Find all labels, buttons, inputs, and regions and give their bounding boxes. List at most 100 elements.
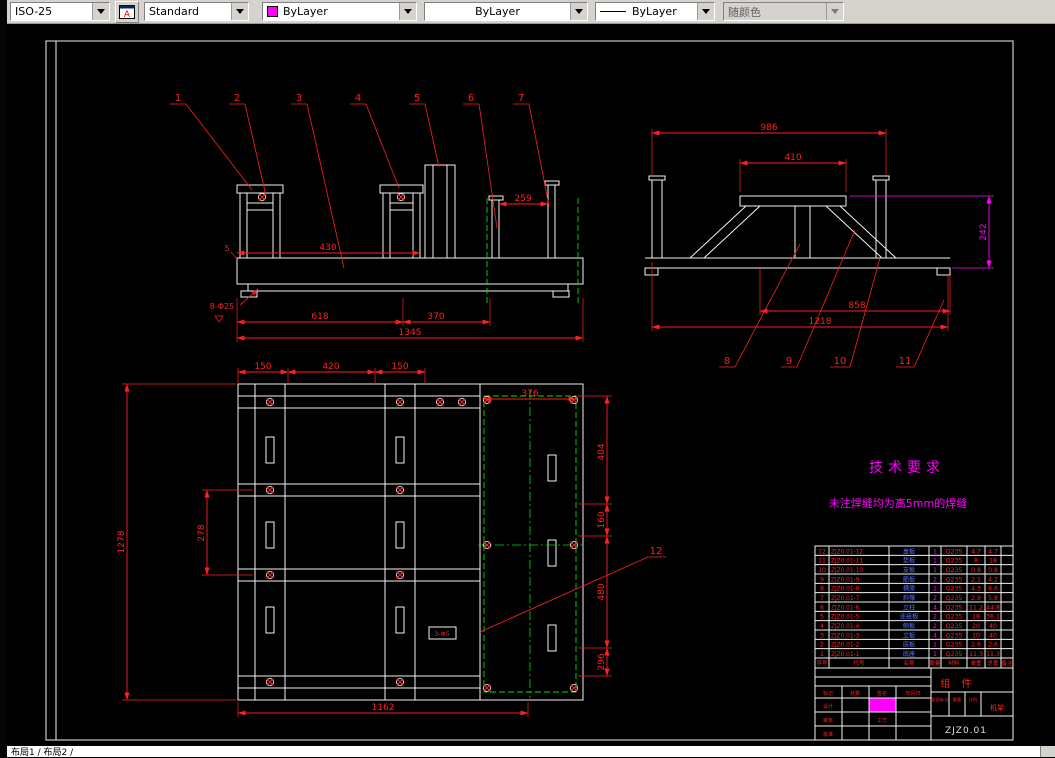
bom-cell: ZJZ0.01-1 xyxy=(831,652,860,658)
dim-text: 242 xyxy=(979,223,989,240)
bolt-mark xyxy=(397,193,405,201)
bom-cell: 2 xyxy=(933,614,937,621)
dim-text: 296 xyxy=(597,653,607,670)
bom-cell: 10 xyxy=(972,632,980,639)
bom-cell: 2 xyxy=(933,623,937,630)
dimstyle-combo[interactable]: ISO-25 xyxy=(10,2,110,21)
bom-header: 单重 xyxy=(970,659,982,667)
chevron-down-icon xyxy=(831,9,839,14)
bom-cell: ZJZ0.01-8 xyxy=(831,587,860,593)
chevron-down-icon xyxy=(404,9,412,14)
dimstyle-dropdown-arrow[interactable] xyxy=(92,3,109,20)
tb-label: 批准 xyxy=(823,731,833,738)
tb-label: 处数 xyxy=(850,690,860,697)
bom-cell: 8.6 xyxy=(988,586,998,593)
bom-cell: Q235 xyxy=(946,548,963,555)
text-style-manager-button[interactable]: A xyxy=(115,0,139,23)
bom-header: 序号 xyxy=(816,659,828,667)
callout-10: 10 xyxy=(834,356,847,367)
dim-text: 5 xyxy=(224,244,229,253)
bom-header: 代号 xyxy=(853,659,865,667)
bom-header: 数量 xyxy=(929,659,941,667)
bom-cell: ZJZ0.01-9 xyxy=(831,577,860,583)
color-swatch xyxy=(267,6,278,17)
dimension-geometry xyxy=(122,103,994,717)
bom-cell: Q235 xyxy=(946,595,963,602)
bom-cell: Q235 xyxy=(946,576,963,583)
linetype-dropdown-arrow[interactable] xyxy=(570,3,587,20)
chevron-down-icon xyxy=(236,9,244,14)
bom-header: 备注 xyxy=(1001,659,1013,667)
bom-cell: 4 xyxy=(933,632,937,639)
tb-label: 标记 xyxy=(823,690,833,697)
bom-cell: 2 xyxy=(933,595,937,602)
callout-4: 4 xyxy=(355,93,361,104)
bom-cell: 11 xyxy=(818,558,826,565)
bom-cell: 0.8 xyxy=(971,567,981,574)
bom-cell: 横梁 xyxy=(903,585,915,593)
dim-text: 410 xyxy=(784,153,801,163)
plotstyle-control-combo: 随颜色 xyxy=(723,2,844,21)
drawing-viewport[interactable]: 1 2 3 4 5 6 7 8 9 10 11 12 259 5 430 8-Φ… xyxy=(7,24,1055,746)
bom-cell: ZJZ0.01-7 xyxy=(831,596,860,602)
dim-text: 430 xyxy=(319,243,336,253)
lineweight-dropdown-arrow[interactable] xyxy=(697,3,714,20)
bom-cell: 4 xyxy=(933,604,937,611)
drawing-canvas[interactable]: 1 2 3 4 5 6 7 8 9 10 11 12 259 5 430 8-Φ… xyxy=(7,24,1055,746)
bom-cell: 11.2 xyxy=(969,604,983,611)
linetype-control-combo[interactable]: ByLayer xyxy=(424,2,588,21)
bom-cell: 10 xyxy=(818,567,826,574)
bom-cell: 2.9 xyxy=(971,595,981,602)
dim-text: 1162 xyxy=(372,703,395,713)
chevron-down-icon xyxy=(575,9,583,14)
dim-text: 278 xyxy=(197,524,207,541)
layout-tab-labels[interactable]: 布局1 ∕ 布局2 ∕ xyxy=(11,745,73,758)
linetype-value: ByLayer xyxy=(475,5,520,18)
tb-label: 签名 xyxy=(877,690,887,697)
dim-text: 259 xyxy=(514,194,531,204)
bom-cell: 2 xyxy=(820,642,824,649)
lineweight-control-combo[interactable]: ByLayer xyxy=(595,2,715,21)
bom-cell: 18 xyxy=(989,558,997,565)
detail-note: 3-Φ5 xyxy=(434,630,450,638)
textstyle-dropdown-arrow[interactable] xyxy=(231,3,248,20)
dim-text: 160 xyxy=(597,511,607,528)
bom-cell: Q235 xyxy=(946,614,963,621)
bom-cell: 36.1 xyxy=(986,614,1000,621)
tb-label: 比例 xyxy=(969,696,977,703)
plotstyle-dropdown-arrow xyxy=(826,3,843,20)
dim-text: 150 xyxy=(391,362,408,372)
bom-cell: 20 xyxy=(972,623,980,630)
bom-cell: 侧板 xyxy=(903,622,915,630)
bom-cell: 5.8 xyxy=(988,595,998,602)
text-style-dialog-icon: A xyxy=(119,4,135,19)
svg-text:A: A xyxy=(124,10,131,19)
callout-7: 7 xyxy=(518,93,524,104)
callout-6: 6 xyxy=(468,93,474,104)
color-control-combo[interactable]: ByLayer xyxy=(262,2,417,21)
callout-5: 5 xyxy=(414,93,420,104)
bom-cell: 2.6 xyxy=(988,642,998,649)
hole-note: 8-Φ25 xyxy=(210,302,234,311)
bom-cell: ZJZ0.01-4 xyxy=(831,624,860,630)
textstyle-combo[interactable]: Standard xyxy=(144,2,249,21)
lineweight-value: ByLayer xyxy=(632,5,677,18)
bom-cell: 斜撑 xyxy=(903,594,915,602)
bom-cell: 3 xyxy=(820,632,824,639)
bom-cell: 40 xyxy=(989,623,997,630)
plotstyle-value: 随颜色 xyxy=(728,5,761,19)
bolt-mark xyxy=(258,193,266,201)
bom-cell: 底座 xyxy=(903,650,915,658)
color-dropdown-arrow[interactable] xyxy=(399,3,416,20)
dim-text: 1218 xyxy=(809,317,832,327)
bom-cell: 立板 xyxy=(903,631,915,639)
bom-cell: 2 xyxy=(933,586,937,593)
bom-cell: 2.1 xyxy=(971,576,981,583)
bom-cell: Q235 xyxy=(946,651,963,658)
plan-view xyxy=(237,383,584,701)
dim-text: 376 xyxy=(521,389,538,399)
bom-cell: Q235 xyxy=(946,567,963,574)
dim-text: 1278 xyxy=(117,530,127,553)
bom-cell: 1 xyxy=(933,558,937,565)
bom-cell: ZJZ0.01-12 xyxy=(831,549,863,555)
